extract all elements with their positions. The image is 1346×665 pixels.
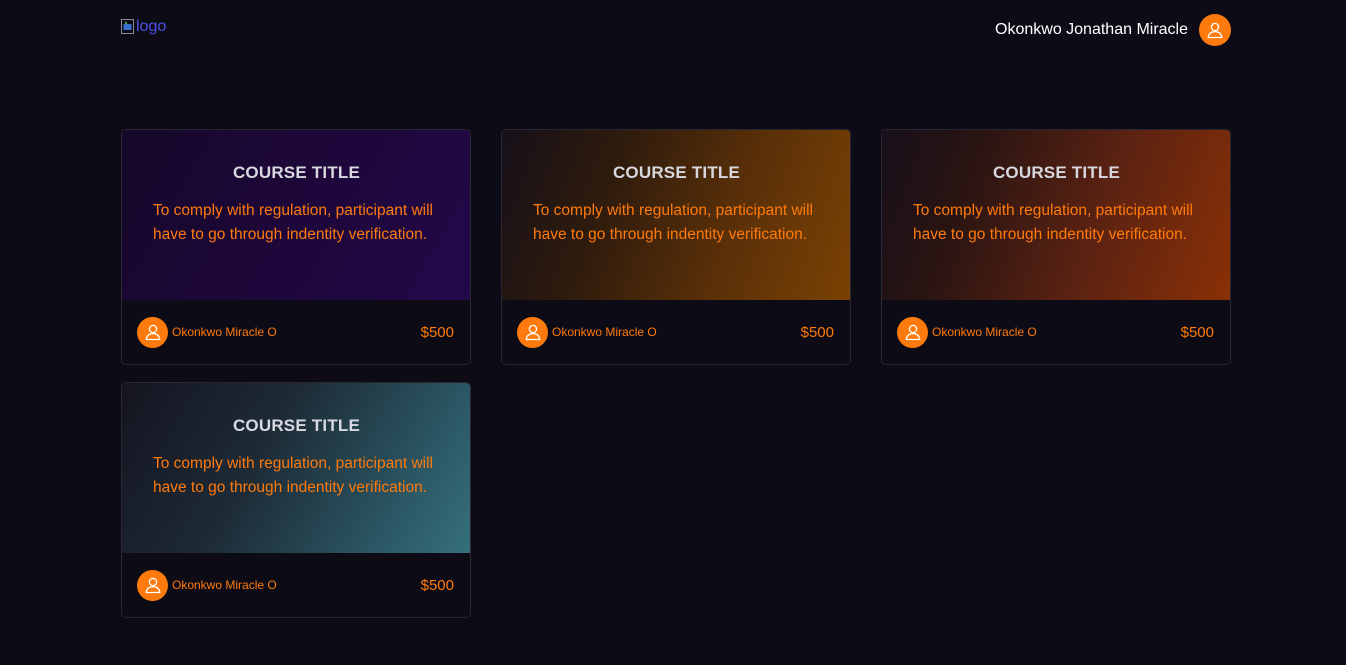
course-card-footer: Okonkwo Miracle O $500 xyxy=(122,300,470,364)
author-avatar xyxy=(517,316,548,348)
broken-image-icon xyxy=(121,19,135,35)
course-price: $500 xyxy=(800,323,834,341)
course-price: $500 xyxy=(420,576,454,594)
course-card-banner: COURSE TITLE To comply with regulation, … xyxy=(502,130,850,300)
logo-alt-text: logo xyxy=(136,18,167,35)
user-name: Okonkwo Jonathan Miracle xyxy=(995,21,1188,38)
course-description: To comply with regulation, participant w… xyxy=(153,455,433,496)
course-description: To comply with regulation, participant w… xyxy=(913,202,1193,243)
course-card[interactable]: COURSE TITLE To comply with regulation, … xyxy=(121,129,471,365)
course-price: $500 xyxy=(1180,323,1214,341)
user-icon xyxy=(145,324,160,341)
avatar[interactable] xyxy=(1199,14,1231,46)
author-name: Okonkwo Miracle O xyxy=(552,325,657,339)
author-avatar xyxy=(897,316,928,348)
course-description: To comply with regulation, participant w… xyxy=(153,202,433,243)
user-icon xyxy=(145,577,160,594)
logo[interactable]: logo xyxy=(121,18,166,36)
course-card[interactable]: COURSE TITLE To comply with regulation, … xyxy=(121,382,471,618)
course-card-banner: COURSE TITLE To comply with regulation, … xyxy=(122,130,470,300)
course-card-banner: COURSE TITLE To comply with regulation, … xyxy=(882,130,1230,300)
user-icon xyxy=(525,324,540,341)
course-card[interactable]: COURSE TITLE To comply with regulation, … xyxy=(501,129,851,365)
author-name: Okonkwo Miracle O xyxy=(932,325,1037,339)
course-author[interactable]: Okonkwo Miracle O xyxy=(137,316,277,348)
course-author[interactable]: Okonkwo Miracle O xyxy=(137,569,277,601)
course-title: COURSE TITLE xyxy=(612,163,741,182)
user-icon xyxy=(905,324,920,341)
course-card-footer: Okonkwo Miracle O $500 xyxy=(122,553,470,617)
author-avatar xyxy=(137,569,168,601)
top-header: logo Okonkwo Jonathan Miracle xyxy=(0,0,1346,60)
user-menu[interactable]: Okonkwo Jonathan Miracle xyxy=(995,14,1231,46)
course-title: COURSE TITLE xyxy=(232,416,361,435)
course-grid: COURSE TITLE To comply with regulation, … xyxy=(121,129,1231,618)
author-avatar xyxy=(137,316,168,348)
course-card[interactable]: COURSE TITLE To comply with regulation, … xyxy=(881,129,1231,365)
course-description: To comply with regulation, participant w… xyxy=(533,202,813,243)
author-name: Okonkwo Miracle O xyxy=(172,325,277,339)
course-card-footer: Okonkwo Miracle O $500 xyxy=(882,300,1230,364)
course-author[interactable]: Okonkwo Miracle O xyxy=(517,316,657,348)
course-card-banner: COURSE TITLE To comply with regulation, … xyxy=(122,383,470,553)
author-name: Okonkwo Miracle O xyxy=(172,578,277,592)
course-card-footer: Okonkwo Miracle O $500 xyxy=(502,300,850,364)
user-icon xyxy=(1207,22,1223,39)
course-author[interactable]: Okonkwo Miracle O xyxy=(897,316,1037,348)
course-price: $500 xyxy=(420,323,454,341)
course-title: COURSE TITLE xyxy=(992,163,1121,182)
course-title: COURSE TITLE xyxy=(232,163,361,182)
